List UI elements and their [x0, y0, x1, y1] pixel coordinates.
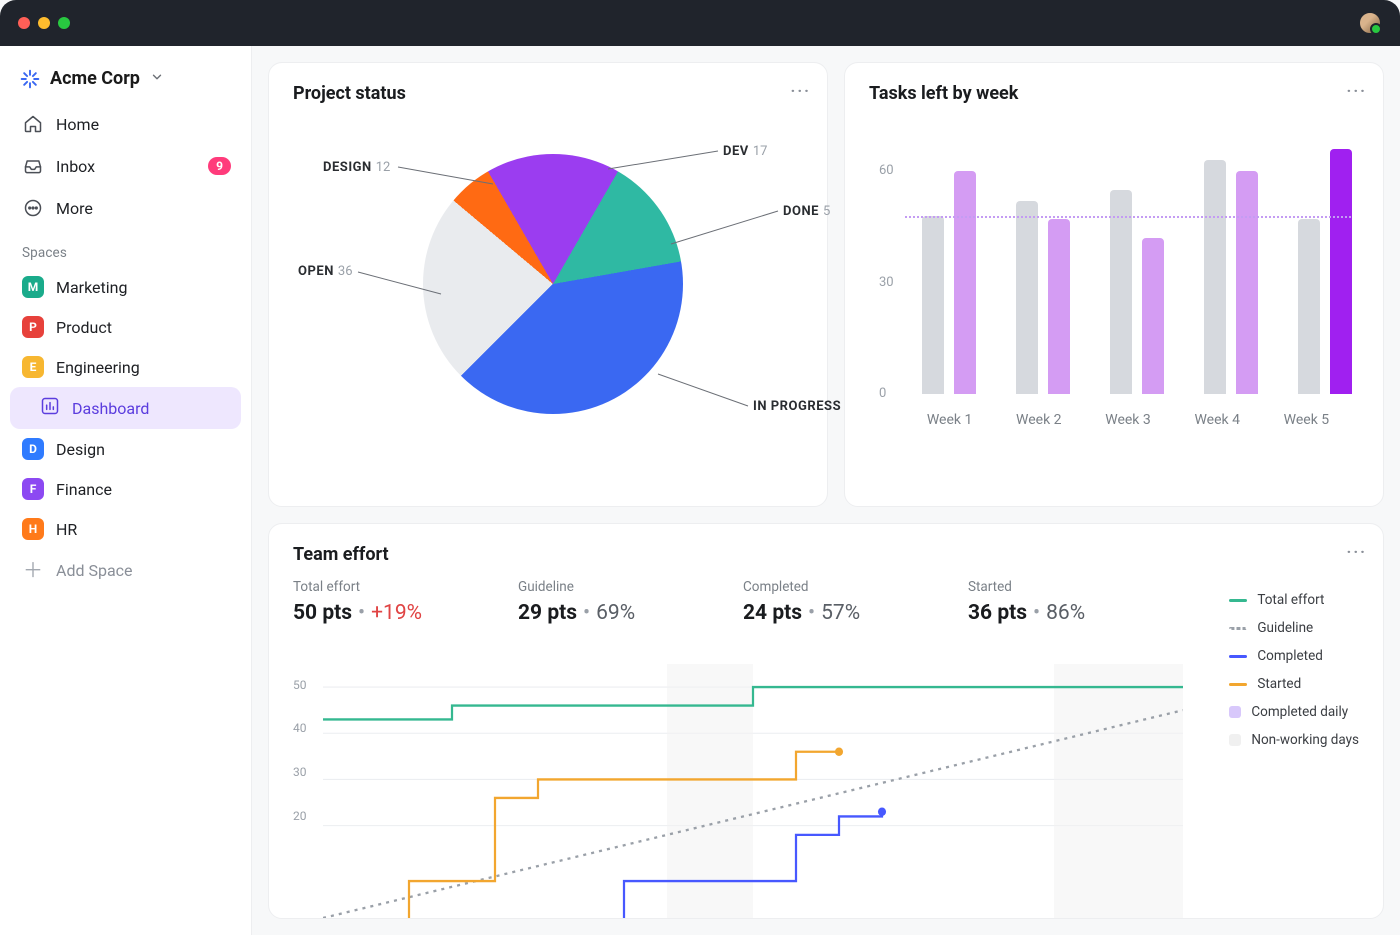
plus-icon: ＋: [22, 559, 44, 581]
bar-chart: 0 30 60 Week 1Week 2Week 3Week 4Week 5: [869, 104, 1359, 444]
pie-chart: DEV17DONE5IN PROGRESS5OPEN36DESIGN12: [293, 104, 803, 444]
pie-label-in-progress: IN PROGRESS5: [753, 399, 852, 414]
card-title: Project status: [293, 83, 803, 104]
card-menu-button[interactable]: ···: [1347, 81, 1367, 100]
pie-label-dev: DEV17: [723, 144, 767, 159]
minimize-window-icon[interactable]: [38, 17, 50, 29]
space-badge: F: [22, 478, 44, 500]
legend-item: Total effort: [1229, 592, 1359, 608]
bar-group: [1204, 160, 1264, 394]
space-label: Dashboard: [72, 399, 149, 418]
window-titlebar: [0, 0, 1400, 46]
window-controls[interactable]: [18, 17, 70, 29]
avatar[interactable]: [1358, 11, 1382, 35]
x-tick-label: Week 5: [1262, 412, 1351, 428]
legend-item: Guideline: [1229, 620, 1359, 636]
legend-item: Completed daily: [1229, 704, 1359, 720]
card-title: Tasks left by week: [869, 83, 1359, 104]
space-badge: E: [22, 356, 44, 378]
legend-item: Non-working days: [1229, 732, 1359, 748]
pie-label-done: DONE5: [783, 204, 830, 219]
metric-started: Started36 pts•86%: [968, 579, 1193, 625]
inbox-icon: [22, 155, 44, 177]
space-label: Design: [56, 440, 105, 459]
space-badge: D: [22, 438, 44, 460]
y-tick-label: 50: [293, 678, 307, 692]
x-tick-label: Week 2: [994, 412, 1083, 428]
pie-label-design: DESIGN12: [323, 160, 390, 175]
space-label: Product: [56, 318, 112, 337]
chevron-down-icon: [150, 68, 164, 89]
workspace-logo-icon: [20, 69, 40, 89]
nav-home[interactable]: Home: [10, 103, 241, 145]
maximize-window-icon[interactable]: [58, 17, 70, 29]
y-tick-label: 30: [879, 275, 894, 290]
sidebar-item-design[interactable]: D Design: [10, 429, 241, 469]
space-label: Finance: [56, 480, 112, 499]
nav-more[interactable]: More: [10, 187, 241, 229]
space-label: HR: [56, 520, 77, 539]
y-tick-label: 30: [293, 765, 307, 779]
card-team-effort: Team effort ··· Total effort50 pts•+19%G…: [268, 523, 1384, 919]
nav-more-label: More: [56, 199, 93, 218]
x-tick-label: Week 1: [905, 412, 994, 428]
nav-inbox-label: Inbox: [56, 157, 95, 176]
sidebar-item-finance[interactable]: F Finance: [10, 469, 241, 509]
home-icon: [22, 113, 44, 135]
space-badge: H: [22, 518, 44, 540]
line-chart: 20 30 40 50: [293, 664, 1183, 918]
y-tick-label: 0: [879, 386, 886, 401]
metric-completed: Completed24 pts•57%: [743, 579, 968, 625]
sidebar: Acme Corp Home Inbox 9: [0, 46, 252, 935]
space-label: Marketing: [56, 278, 127, 297]
space-label: Engineering: [56, 358, 140, 377]
sidebar-item-engineering[interactable]: E Engineering: [10, 347, 241, 387]
dashboard-icon: [40, 396, 60, 420]
main-content: Project status ··· DEV17 DONE5 IN PROGRESS…: [252, 46, 1400, 935]
bar-group: [1110, 190, 1170, 394]
space-badge: M: [22, 276, 44, 298]
metric-guideline: Guideline29 pts•69%: [518, 579, 743, 625]
card-project-status: Project status ··· DEV17DONE5IN PROGRESS…: [268, 62, 828, 507]
card-menu-button[interactable]: ···: [1347, 542, 1367, 561]
sidebar-item-dashboard[interactable]: Dashboard: [10, 387, 241, 429]
sidebar-item-hr[interactable]: H HR: [10, 509, 241, 549]
bar-group: [922, 171, 982, 394]
space-badge: P: [22, 316, 44, 338]
y-tick-label: 60: [879, 163, 894, 178]
inbox-badge: 9: [208, 157, 231, 175]
x-tick-label: Week 4: [1173, 412, 1262, 428]
sidebar-item-marketing[interactable]: M Marketing: [10, 267, 241, 307]
sidebar-item-product[interactable]: P Product: [10, 307, 241, 347]
nav-inbox[interactable]: Inbox 9: [10, 145, 241, 187]
workspace-name: Acme Corp: [50, 68, 140, 89]
reference-line: [905, 216, 1351, 218]
metric-total-effort: Total effort50 pts•+19%: [293, 579, 518, 625]
legend-item: Completed: [1229, 648, 1359, 664]
card-menu-button[interactable]: ···: [791, 81, 811, 100]
card-tasks-left: Tasks left by week ··· 03060 Week 1Week …: [844, 62, 1384, 507]
pie-label-open: OPEN36: [298, 264, 353, 279]
x-tick-label: Week 3: [1083, 412, 1172, 428]
add-space-button[interactable]: ＋ Add Space: [10, 549, 241, 591]
spaces-section-label: Spaces: [10, 229, 241, 267]
chart-legend: Total effort Guideline Completed Started Com…: [1229, 592, 1359, 760]
y-tick-label: 20: [293, 809, 307, 823]
workspace-switcher[interactable]: Acme Corp: [10, 60, 241, 97]
card-title: Team effort: [293, 544, 1359, 565]
nav-home-label: Home: [56, 115, 99, 134]
bar-group: [1298, 149, 1358, 394]
y-tick-label: 40: [293, 721, 307, 735]
legend-item: Started: [1229, 676, 1359, 692]
bar-group: [1016, 201, 1076, 394]
add-space-label: Add Space: [56, 561, 133, 580]
close-window-icon[interactable]: [18, 17, 30, 29]
more-icon: [22, 197, 44, 219]
